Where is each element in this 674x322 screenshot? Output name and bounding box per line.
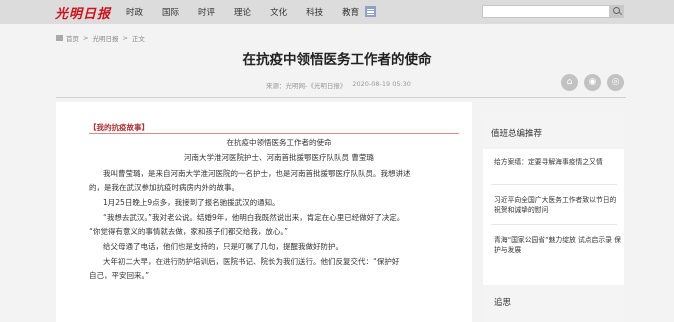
wechat-icon[interactable]: ◉ <box>584 74 601 91</box>
nav-item-culture[interactable]: 文化 <box>270 6 287 18</box>
paragraph: “你觉得有意义的事情就去做，家和孩子们都交给我，放心。” <box>89 227 289 236</box>
main-nav: 时政 国际 时评 理论 文化 科技 教育 <box>126 6 378 18</box>
article-date: 2020-08-19 05:30 <box>352 80 411 88</box>
paragraph: “我想去武汉。”我对老公说。结婚9年，他明白我既然说出来，肯定在心里已经做好了决… <box>103 213 405 222</box>
home-icon <box>56 35 63 41</box>
sidebar-item-link[interactable]: 给方案缮：定要寻解海事疫情之又情 <box>494 157 622 167</box>
nav-item-tech[interactable]: 科技 <box>306 6 323 18</box>
divider <box>56 97 626 98</box>
sidebar-footer: 追思 <box>483 285 624 322</box>
nav-item-education[interactable]: 教育 <box>342 6 359 18</box>
nav-item-international[interactable]: 国际 <box>162 6 179 18</box>
search-input[interactable] <box>482 5 610 18</box>
editor-recommendations: 值班总编推荐 给方案缮：定要寻解海事疫情之又情 习近平向全国广大医务工作者致以节… <box>483 119 624 322</box>
sidebar-item-link[interactable]: 青海“国家公园省”魅力绽放 试点启示录 保护与发展 <box>494 235 622 255</box>
article-body: 【我的抗疫故事】 在抗疫中领悟医务工作者的使命 河南大学淮河医院护士、河南首批援… <box>56 102 472 322</box>
paragraph: 给父母通了电话，他们也是支持的，只是叮嘱了几句，提醒我做好防护。 <box>103 242 343 251</box>
paragraph: 大年初二大早，在进行防护培训后，医院书记、院长为我们送行。他们反复交代：“保护好 <box>103 257 400 266</box>
nav-item-theory[interactable]: 理论 <box>234 6 251 18</box>
breadcrumb: 首页 > 光明日报 > 正文 <box>56 33 149 43</box>
story-tag: 【我的抗疫故事】 <box>89 123 149 132</box>
sidebar-item-link[interactable]: 习近平向全国广大医务工作者致以节日的祝贺和诚挚的慰问 <box>494 195 622 215</box>
article-subtitle: 在抗疫中领悟医务工作者的使命 <box>226 138 332 147</box>
paragraph: 1月25日晚上9点多，我接到了报名驰援武汉的通知。 <box>103 198 280 207</box>
article-source: 来源：光明网-《光明日报》 <box>266 82 347 90</box>
top-navigation-bar: 光明日报 时政 国际 时评 理论 文化 科技 教育 <box>0 0 674 24</box>
divider <box>491 184 617 185</box>
breadcrumb-current: 正文 <box>131 35 145 43</box>
weibo-icon[interactable]: ◎ <box>607 74 624 91</box>
nav-item-politics[interactable]: 时政 <box>126 6 143 18</box>
paragraph: 自己，平安回来。” <box>89 271 150 280</box>
search-icon[interactable] <box>610 5 624 18</box>
breadcrumb-home[interactable]: 首页 <box>66 33 79 43</box>
breadcrumb-section[interactable]: 光明日报 <box>92 33 118 43</box>
page-title: 在抗疫中领悟医务工作者的使命 <box>242 52 432 68</box>
article-meta: 来源：光明网-《光明日报》 2020-08-19 05:30 <box>266 80 417 90</box>
nav-item-commentary[interactable]: 时评 <box>198 6 215 18</box>
tag-underline <box>89 133 459 134</box>
home-share-icon[interactable]: ⌂ <box>561 74 578 91</box>
paragraph: 的，是我在武汉参加抗疫时病房内外的故事。 <box>89 183 239 192</box>
sidebar-heading: 值班总编推荐 <box>483 119 624 149</box>
article-author: 河南大学淮河医院护士、河南首批援鄂医疗队队员 曹莹璐 <box>184 153 374 162</box>
menu-icon[interactable] <box>365 6 376 17</box>
site-logo[interactable]: 光明日报 <box>55 3 111 22</box>
sidebar-footer-heading: 追思 <box>494 298 512 308</box>
paragraph: 我叫曹莹璐，是来自河南大学淮河医院的一名护士，也是河南首批援鄂医疗队队员。我想讲… <box>103 169 411 178</box>
divider <box>491 224 617 225</box>
